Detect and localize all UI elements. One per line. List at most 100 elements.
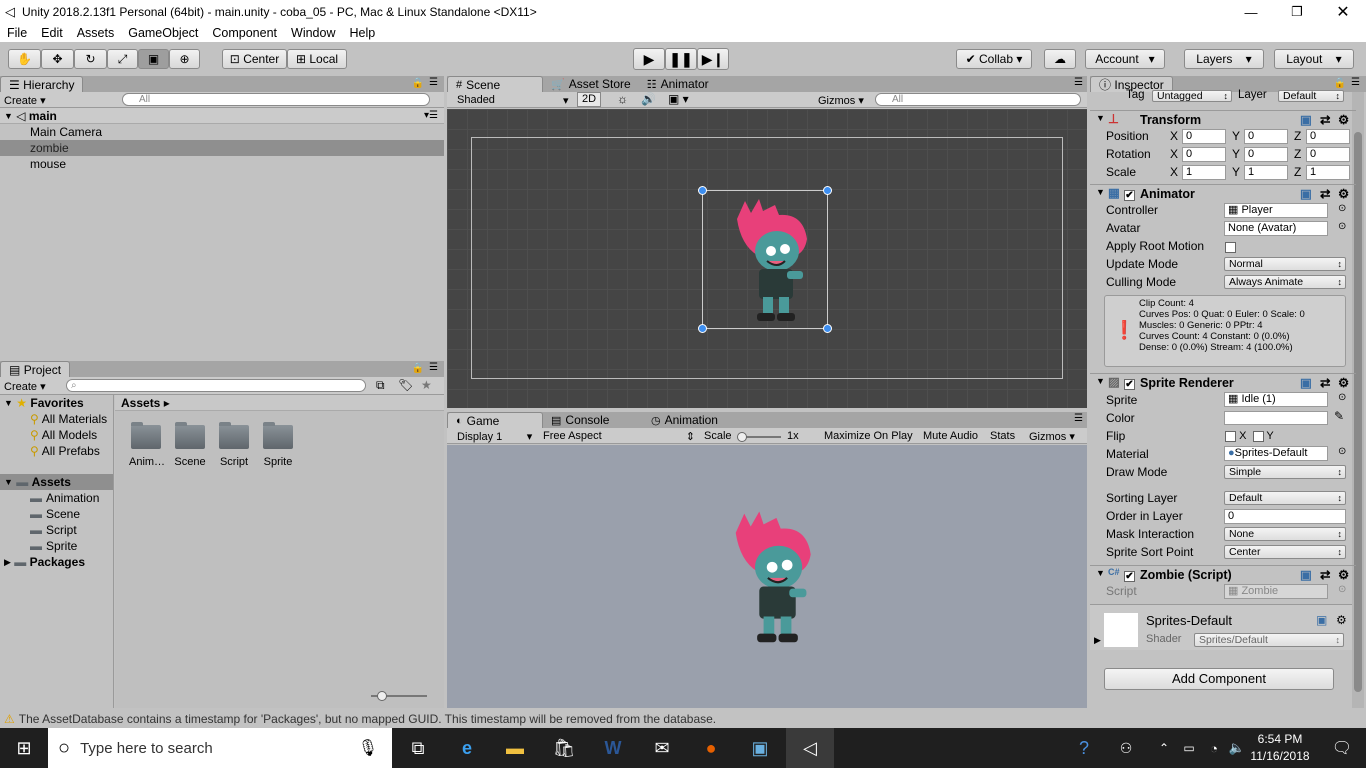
store-icon[interactable]: 🛍: [540, 728, 588, 768]
zombie-script-header[interactable]: ▼ C# Zombie (Script) ▣ ⇄ ⚙: [1090, 565, 1356, 583]
material-help-icon[interactable]: ▣: [1316, 613, 1327, 627]
scale-tool-icon[interactable]: ⤢: [107, 49, 138, 69]
play-button[interactable]: ▶: [633, 48, 665, 70]
edge-browser-icon[interactable]: e: [443, 728, 491, 768]
folder-icon[interactable]: [263, 422, 293, 449]
filter-label-icon[interactable]: 🏷: [398, 378, 413, 392]
zombie-help-icon[interactable]: ▣: [1300, 567, 1312, 582]
menu-help[interactable]: Help: [342, 26, 382, 40]
breadcrumb-assets[interactable]: Assets: [121, 396, 160, 410]
windows-start-icon[interactable]: ⊞: [0, 728, 48, 768]
app-icon[interactable]: ▣: [736, 728, 784, 768]
microphone-icon[interactable]: 🎙: [358, 738, 378, 758]
mute-audio-toggle[interactable]: Mute Audio: [923, 430, 978, 442]
scale-y-field[interactable]: 1: [1244, 165, 1288, 180]
folder-icon[interactable]: [131, 422, 161, 449]
favorite-item[interactable]: ⚲ All Models: [0, 427, 113, 443]
panel-menu-icon[interactable]: ☰: [429, 77, 438, 88]
menu-gameobject[interactable]: GameObject: [121, 26, 205, 40]
sprite-field[interactable]: ▦ Idle (1): [1224, 392, 1328, 407]
tab-game[interactable]: ◐ Game: [447, 412, 543, 428]
material-picker-icon[interactable]: ⊙: [1338, 446, 1346, 457]
hierarchy-search-input[interactable]: All: [122, 93, 430, 106]
move-tool-icon[interactable]: ✥: [41, 49, 74, 69]
zombie-enabled-checkbox[interactable]: [1124, 571, 1135, 583]
sprite-renderer-help-icon[interactable]: ▣: [1300, 375, 1312, 390]
hierarchy-item[interactable]: zombie: [0, 140, 444, 156]
tab-console[interactable]: ▤ Console: [543, 412, 643, 428]
scale-slider[interactable]: [737, 432, 781, 442]
menu-assets[interactable]: Assets: [70, 26, 122, 40]
scene-search-input[interactable]: All: [875, 93, 1081, 106]
inspector-lock-icon[interactable]: 🔒: [1334, 78, 1346, 89]
game-viewport[interactable]: [447, 445, 1087, 708]
effects-icon[interactable]: ▣ ▾: [668, 92, 689, 106]
flip-y-checkbox[interactable]: [1252, 430, 1264, 442]
zombie-sprite[interactable]: [727, 199, 811, 325]
scene-viewport[interactable]: [447, 109, 1087, 408]
shader-dropdown[interactable]: Sprites/Default: [1194, 633, 1344, 647]
maximize-button[interactable]: ❐: [1274, 0, 1320, 24]
notifications-icon[interactable]: 🗨: [1318, 728, 1366, 768]
tab-hierarchy[interactable]: ☰ Hierarchy: [0, 76, 84, 92]
asset-folder-item[interactable]: ▬ Animation: [0, 490, 113, 506]
lighting-icon[interactable]: ☼: [617, 92, 628, 106]
mail-icon[interactable]: ✉: [638, 728, 686, 768]
pause-button[interactable]: ❚❚: [665, 48, 697, 70]
tab-asset-store[interactable]: 🛒 Asset Store: [543, 76, 639, 92]
stats-toggle[interactable]: Stats: [990, 430, 1015, 442]
volume-icon[interactable]: 🔈: [1226, 728, 1248, 768]
rect-handle[interactable]: [823, 324, 832, 333]
preset-icon[interactable]: ⇄: [1320, 112, 1330, 127]
shading-dropdown[interactable]: Shaded: [457, 94, 495, 106]
rect-tool-icon[interactable]: ▣: [138, 49, 169, 69]
animator-enabled-checkbox[interactable]: [1124, 190, 1135, 202]
material-gear-icon[interactable]: ⚙: [1336, 613, 1347, 627]
scene-menu-icon[interactable]: ▾☰: [424, 110, 438, 121]
material-preview-arrow-icon[interactable]: ▶: [1094, 635, 1101, 646]
favorite-star-icon[interactable]: ★: [421, 378, 432, 392]
word-icon[interactable]: W: [589, 728, 637, 768]
project-menu-icon[interactable]: ☰: [429, 362, 438, 373]
lock-icon[interactable]: 🔒: [412, 78, 424, 89]
taskbar-search-box[interactable]: ○ Type here to search 🎙: [48, 728, 392, 768]
rotate-tool-icon[interactable]: ↻: [74, 49, 107, 69]
tab-animation[interactable]: ◷ Animation: [643, 412, 726, 428]
rotation-y-field[interactable]: 0: [1244, 147, 1288, 162]
position-y-field[interactable]: 0: [1244, 129, 1288, 144]
layer-dropdown[interactable]: Default: [1278, 90, 1344, 102]
project-lock-icon[interactable]: 🔒: [412, 363, 424, 374]
packages-row[interactable]: ▶ ▬ Packages: [0, 554, 113, 570]
rotation-z-field[interactable]: 0: [1306, 147, 1350, 162]
step-button[interactable]: ▶❙: [697, 48, 729, 70]
assets-row[interactable]: ▼ ▬ Assets: [0, 474, 113, 490]
sprite-sort-point-dropdown[interactable]: Center: [1224, 545, 1346, 559]
file-explorer-icon[interactable]: ▬: [491, 728, 539, 768]
pivot-local-button[interactable]: ⊞ Local: [287, 49, 347, 69]
animator-help-icon[interactable]: ▣: [1300, 186, 1312, 201]
sprite-renderer-gear-icon[interactable]: ⚙: [1338, 375, 1349, 390]
tab-project[interactable]: ▤ Project: [0, 361, 71, 377]
favorite-item[interactable]: ⚲ All Prefabs: [0, 443, 113, 459]
transform-tool-icon[interactable]: ⊕: [169, 49, 200, 69]
maximize-on-play-toggle[interactable]: Maximize On Play: [824, 430, 913, 442]
controller-picker-icon[interactable]: ⊙: [1338, 203, 1346, 214]
position-z-field[interactable]: 0: [1306, 129, 1350, 144]
account-dropdown[interactable]: Account ▾: [1085, 49, 1165, 69]
settings-gear-icon[interactable]: ⚙: [1338, 112, 1349, 127]
hand-tool-icon[interactable]: ✋: [8, 49, 41, 69]
layers-dropdown[interactable]: Layers ▾: [1184, 49, 1264, 69]
cloud-button[interactable]: ☁: [1044, 49, 1076, 69]
folder-icon[interactable]: [175, 422, 205, 449]
game-menu-icon[interactable]: ☰: [1074, 413, 1083, 424]
pivot-center-button[interactable]: ⊡ Center: [222, 49, 287, 69]
tag-dropdown[interactable]: Untagged: [1152, 90, 1232, 102]
display-dropdown[interactable]: Display 1 ▾: [457, 430, 532, 443]
favorite-item[interactable]: ⚲ All Materials: [0, 411, 113, 427]
rotation-x-field[interactable]: 0: [1182, 147, 1226, 162]
firefox-icon[interactable]: ●: [687, 728, 735, 768]
position-x-field[interactable]: 0: [1182, 129, 1226, 144]
scene-root-row[interactable]: ▼ ◁ main ▾☰: [0, 108, 444, 124]
tray-arrow-icon[interactable]: ⌃: [1152, 728, 1176, 768]
transform-header[interactable]: ▼ ⊥ Transform ▣ ⇄ ⚙: [1090, 110, 1356, 128]
